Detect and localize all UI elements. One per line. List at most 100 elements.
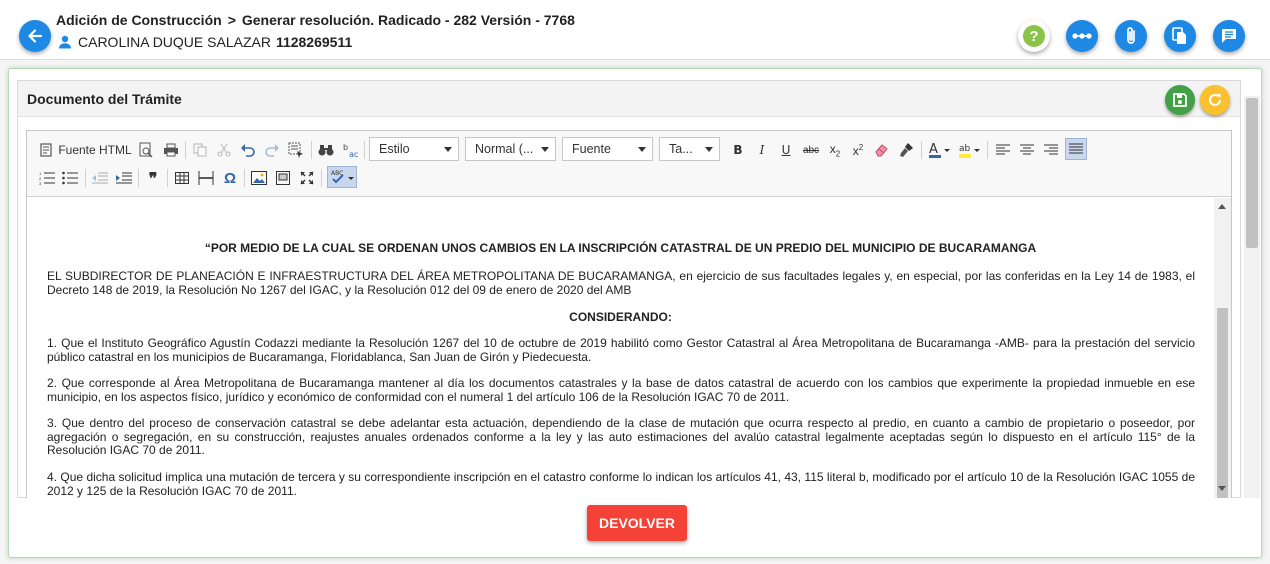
considerando-item-4: 4. Que dicha solicitud implica una mutac… (47, 470, 1195, 498)
toolbar-separator (167, 169, 168, 187)
cut-button[interactable] (213, 139, 235, 161)
scroll-up-icon[interactable] (1218, 204, 1226, 209)
toolbar-separator (138, 169, 139, 187)
undo-button[interactable] (237, 139, 259, 161)
workflow-button[interactable] (1066, 20, 1098, 52)
comment-icon (1222, 29, 1236, 43)
align-left-button[interactable] (992, 139, 1014, 161)
strikethrough-icon: abc (802, 144, 820, 156)
underline-button[interactable]: U (775, 139, 797, 161)
justify-icon (1069, 143, 1083, 154)
preview-button[interactable] (136, 139, 156, 161)
considerando-heading: CONSIDERANDO: (569, 310, 672, 324)
image-icon (251, 171, 267, 185)
outdent-button[interactable] (89, 167, 111, 189)
chevron-down-icon (638, 147, 646, 152)
panel-scrollbar[interactable] (1244, 96, 1260, 498)
source-icon (40, 143, 52, 157)
document-scrollbar-thumb[interactable] (1217, 308, 1228, 498)
redo-icon (265, 144, 279, 157)
user-info: CAROLINA DUQUE SALAZAR 1128269511 (58, 34, 352, 50)
subscript-icon: x2 (829, 141, 841, 159)
size-select[interactable]: Ta... (659, 137, 720, 161)
select-all-button[interactable] (285, 139, 307, 161)
align-left-icon (996, 144, 1010, 155)
text-color-button[interactable]: A (925, 139, 953, 161)
document-content[interactable]: “POR MEDIO DE LA CUAL SE ORDENAN UNOS CA… (27, 198, 1214, 498)
iframe-button[interactable] (272, 167, 294, 189)
indent-button[interactable] (113, 167, 135, 189)
toolbar-separator (311, 141, 312, 159)
find-button[interactable] (315, 139, 337, 161)
remove-format-button[interactable] (871, 139, 893, 161)
document-scrollbar[interactable] (1214, 198, 1231, 498)
svg-text:3: 3 (39, 181, 42, 185)
font-select[interactable]: Fuente (562, 137, 653, 161)
user-id: 1128269511 (275, 34, 353, 50)
bold-icon: B (733, 143, 743, 157)
table-icon (175, 172, 189, 184)
format-select-value: Normal (... (475, 142, 534, 156)
user-icon (59, 35, 71, 49)
italic-button[interactable]: I (751, 139, 773, 161)
arrow-left-icon (28, 29, 43, 43)
panel-title: Documento del Trámite (27, 91, 182, 107)
save-button[interactable] (1165, 85, 1195, 115)
text-color-icon: A (929, 142, 950, 158)
numbered-list-icon: 123 (39, 171, 55, 185)
blockquote-button[interactable]: ❞ (142, 167, 164, 189)
numbered-list-button[interactable]: 123 (36, 167, 58, 189)
print-icon (164, 143, 178, 157)
copy-button[interactable] (189, 139, 211, 161)
rich-text-editor: Fuente HTML b ac Estilo Normal (... Fuent… (26, 130, 1232, 498)
attachments-button[interactable] (1115, 20, 1147, 52)
justify-button[interactable] (1065, 138, 1087, 160)
back-button[interactable] (19, 20, 51, 52)
eraser-icon (875, 144, 888, 157)
style-select[interactable]: Estilo (369, 137, 459, 161)
breadcrumb-task: Generar resolución. Radicado - 282 Versi… (241, 12, 575, 28)
document-intro: EL SUBDIRECTOR DE PLANEACIÓN E INFRAESTR… (47, 269, 1195, 297)
source-html-button[interactable]: Fuente HTML (37, 139, 133, 161)
quote-icon: ❞ (148, 168, 158, 188)
copy-format-button[interactable] (895, 139, 917, 161)
bold-button[interactable]: B (727, 139, 749, 161)
svg-text:b: b (343, 143, 348, 152)
align-center-button[interactable] (1016, 139, 1038, 161)
help-button[interactable]: ? (1018, 20, 1050, 52)
breadcrumb-procedure: Adición de Construcción (56, 12, 222, 28)
question-icon: ? (1023, 25, 1045, 47)
strikethrough-button[interactable]: abc (799, 139, 823, 161)
undo-icon (241, 144, 255, 157)
scroll-down-icon[interactable] (1218, 486, 1226, 491)
panel-scrollbar-thumb[interactable] (1246, 98, 1258, 248)
highlight-color-button[interactable]: ab (955, 139, 983, 161)
redo-button[interactable] (261, 139, 283, 161)
preview-icon (139, 142, 153, 158)
replace-button[interactable]: b ac (339, 139, 361, 161)
special-char-button[interactable]: Ω (219, 167, 241, 189)
table-button[interactable] (171, 167, 193, 189)
format-select[interactable]: Normal (... (465, 137, 556, 161)
image-button[interactable] (248, 167, 270, 189)
refresh-button[interactable] (1200, 85, 1230, 115)
horizontal-line-button[interactable] (195, 167, 217, 189)
bulleted-list-button[interactable] (59, 167, 81, 189)
toolbar-separator (85, 169, 86, 187)
font-select-value: Fuente (572, 142, 611, 156)
maximize-button[interactable] (296, 167, 318, 189)
style-select-value: Estilo (379, 142, 410, 156)
print-button[interactable] (160, 139, 182, 161)
considerando-item-2: 2. Que corresponde al Área Metropolitana… (47, 376, 1195, 404)
comments-button[interactable] (1213, 20, 1245, 52)
devolver-button[interactable]: DEVOLVER (587, 505, 687, 541)
toolbar-separator (364, 141, 365, 159)
superscript-button[interactable]: x2 (847, 139, 869, 161)
spellcheck-button[interactable]: ABC (327, 166, 357, 188)
align-right-button[interactable] (1040, 139, 1062, 161)
refresh-icon (1209, 93, 1221, 106)
superscript-icon: x2 (852, 142, 864, 158)
select-all-icon (288, 142, 303, 158)
subscript-button[interactable]: x2 (825, 139, 845, 161)
documents-button[interactable] (1164, 20, 1196, 52)
